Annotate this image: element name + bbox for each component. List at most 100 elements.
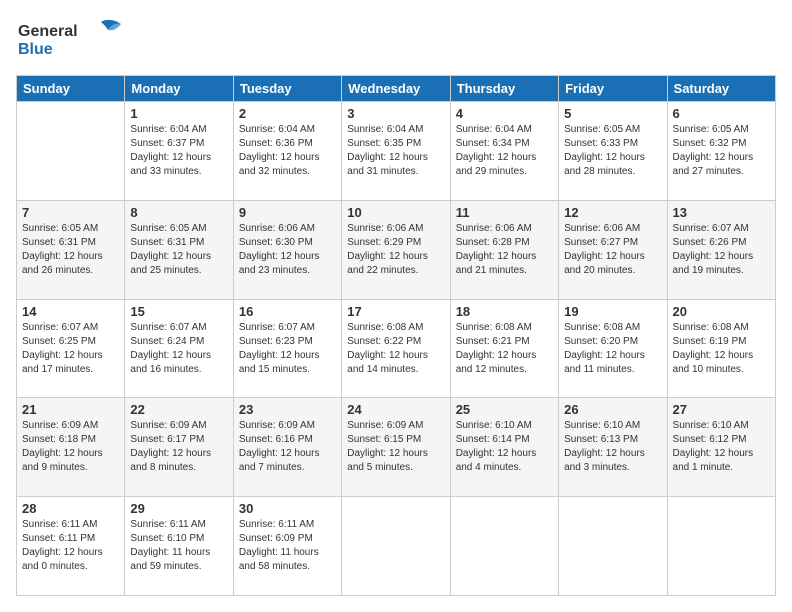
day-number: 29 [130,501,227,516]
day-number: 18 [456,304,553,319]
day-info: Sunrise: 6:04 AM Sunset: 6:37 PM Dayligh… [130,123,227,179]
day-number: 24 [347,402,444,417]
calendar-week-5: 28 Sunrise: 6:11 AM Sunset: 6:11 PM Dayli… [17,497,776,596]
day-info: Sunrise: 6:06 AM Sunset: 6:29 PM Dayligh… [347,222,444,278]
day-number: 20 [673,304,770,319]
calendar-week-2: 7Sunrise: 6:05 AM Sunset: 6:31 PM Daylig… [17,200,776,299]
calendar-cell: 25Sunrise: 6:10 AM Sunset: 6:14 PM Dayli… [450,398,558,497]
day-info: Sunrise: 6:11 AM Sunset: 6:09 PM Dayligh… [239,518,336,574]
day-info: Sunrise: 6:10 AM Sunset: 6:12 PM Dayligh… [673,419,770,475]
day-info: Sunrise: 6:11 AM Sunset: 6:10 PM Dayligh… [130,518,227,574]
day-info: Sunrise: 6:09 AM Sunset: 6:16 PM Dayligh… [239,419,336,475]
day-info: Sunrise: 6:11 AM Sunset: 6:11 PM Dayligh… [22,518,119,574]
day-number: 30 [239,501,336,516]
day-header-monday: Monday [125,76,233,102]
calendar-cell: 3Sunrise: 6:04 AM Sunset: 6:35 PM Daylig… [342,102,450,201]
svg-text:Blue: Blue [18,41,53,58]
day-number: 26 [564,402,661,417]
day-header-saturday: Saturday [667,76,775,102]
calendar-cell: 21 Sunrise: 6:09 AM Sunset: 6:18 PM Dayli… [17,398,125,497]
day-number: 14 [22,304,119,319]
calendar-week-3: 14 Sunrise: 6:07 AM Sunset: 6:25 PM Dayli… [17,299,776,398]
day-info: Sunrise: 6:07 AM Sunset: 6:25 PM Dayligh… [22,321,119,377]
day-info: Sunrise: 6:05 AM Sunset: 6:31 PM Dayligh… [130,222,227,278]
calendar-cell: 27 Sunrise: 6:10 AM Sunset: 6:12 PM Dayli… [667,398,775,497]
calendar-week-4: 21 Sunrise: 6:09 AM Sunset: 6:18 PM Dayli… [17,398,776,497]
calendar-cell: 10 Sunrise: 6:06 AM Sunset: 6:29 PM Dayli… [342,200,450,299]
calendar-cell [667,497,775,596]
day-number: 4 [456,106,553,121]
calendar-cell: 22Sunrise: 6:09 AM Sunset: 6:17 PM Dayli… [125,398,233,497]
calendar-cell: 23 Sunrise: 6:09 AM Sunset: 6:16 PM Dayli… [233,398,341,497]
calendar-cell: 29 Sunrise: 6:11 AM Sunset: 6:10 PM Dayli… [125,497,233,596]
logo-block: General Blue [16,16,126,65]
calendar-cell: 12 Sunrise: 6:06 AM Sunset: 6:27 PM Dayli… [559,200,667,299]
logo: General Blue [16,16,126,65]
calendar-cell [450,497,558,596]
day-info: Sunrise: 6:10 AM Sunset: 6:14 PM Dayligh… [456,419,553,475]
calendar-cell: 18Sunrise: 6:08 AM Sunset: 6:21 PM Dayli… [450,299,558,398]
day-info: Sunrise: 6:06 AM Sunset: 6:27 PM Dayligh… [564,222,661,278]
calendar-cell [17,102,125,201]
day-number: 10 [347,205,444,220]
day-info: Sunrise: 6:09 AM Sunset: 6:18 PM Dayligh… [22,419,119,475]
day-number: 11 [456,205,553,220]
calendar-cell: 5 Sunrise: 6:05 AM Sunset: 6:33 PM Daylig… [559,102,667,201]
day-number: 13 [673,205,770,220]
day-header-sunday: Sunday [17,76,125,102]
day-info: Sunrise: 6:08 AM Sunset: 6:20 PM Dayligh… [564,321,661,377]
calendar-cell: 11 Sunrise: 6:06 AM Sunset: 6:28 PM Dayli… [450,200,558,299]
calendar-cell: 30 Sunrise: 6:11 AM Sunset: 6:09 PM Dayli… [233,497,341,596]
logo-svg: General Blue [16,16,126,60]
calendar-cell: 26 Sunrise: 6:10 AM Sunset: 6:13 PM Dayli… [559,398,667,497]
day-info: Sunrise: 6:05 AM Sunset: 6:33 PM Dayligh… [564,123,661,179]
day-info: Sunrise: 6:07 AM Sunset: 6:26 PM Dayligh… [673,222,770,278]
day-number: 6 [673,106,770,121]
day-info: Sunrise: 6:10 AM Sunset: 6:13 PM Dayligh… [564,419,661,475]
day-header-wednesday: Wednesday [342,76,450,102]
calendar-cell: 1 Sunrise: 6:04 AM Sunset: 6:37 PM Daylig… [125,102,233,201]
day-header-tuesday: Tuesday [233,76,341,102]
day-number: 28 [22,501,119,516]
day-number: 27 [673,402,770,417]
day-number: 5 [564,106,661,121]
calendar-cell: 2Sunrise: 6:04 AM Sunset: 6:36 PM Daylig… [233,102,341,201]
calendar-cell [559,497,667,596]
calendar-cell: 8 Sunrise: 6:05 AM Sunset: 6:31 PM Daylig… [125,200,233,299]
day-info: Sunrise: 6:06 AM Sunset: 6:28 PM Dayligh… [456,222,553,278]
day-header-thursday: Thursday [450,76,558,102]
day-header-friday: Friday [559,76,667,102]
day-info: Sunrise: 6:07 AM Sunset: 6:23 PM Dayligh… [239,321,336,377]
page: General Blue SundayMondayTuesdayWednesda… [0,0,792,612]
day-number: 21 [22,402,119,417]
calendar-cell: 28 Sunrise: 6:11 AM Sunset: 6:11 PM Dayli… [17,497,125,596]
day-info: Sunrise: 6:09 AM Sunset: 6:15 PM Dayligh… [347,419,444,475]
calendar-cell: 24 Sunrise: 6:09 AM Sunset: 6:15 PM Dayli… [342,398,450,497]
calendar-cell: 13 Sunrise: 6:07 AM Sunset: 6:26 PM Dayli… [667,200,775,299]
calendar-header-row: SundayMondayTuesdayWednesdayThursdayFrid… [17,76,776,102]
day-info: Sunrise: 6:05 AM Sunset: 6:32 PM Dayligh… [673,123,770,179]
calendar-cell: 7Sunrise: 6:05 AM Sunset: 6:31 PM Daylig… [17,200,125,299]
calendar-cell: 15Sunrise: 6:07 AM Sunset: 6:24 PM Dayli… [125,299,233,398]
day-info: Sunrise: 6:04 AM Sunset: 6:34 PM Dayligh… [456,123,553,179]
calendar-cell: 6 Sunrise: 6:05 AM Sunset: 6:32 PM Daylig… [667,102,775,201]
day-number: 22 [130,402,227,417]
calendar-cell: 19Sunrise: 6:08 AM Sunset: 6:20 PM Dayli… [559,299,667,398]
day-info: Sunrise: 6:08 AM Sunset: 6:19 PM Dayligh… [673,321,770,377]
day-number: 23 [239,402,336,417]
calendar-cell: 16Sunrise: 6:07 AM Sunset: 6:23 PM Dayli… [233,299,341,398]
day-number: 1 [130,106,227,121]
calendar-body: 1 Sunrise: 6:04 AM Sunset: 6:37 PM Daylig… [17,102,776,596]
day-number: 9 [239,205,336,220]
day-number: 15 [130,304,227,319]
header: General Blue [16,16,776,65]
calendar-cell: 9 Sunrise: 6:06 AM Sunset: 6:30 PM Daylig… [233,200,341,299]
day-info: Sunrise: 6:06 AM Sunset: 6:30 PM Dayligh… [239,222,336,278]
day-number: 12 [564,205,661,220]
day-number: 17 [347,304,444,319]
svg-text:General: General [18,23,78,40]
calendar-cell: 14 Sunrise: 6:07 AM Sunset: 6:25 PM Dayli… [17,299,125,398]
day-info: Sunrise: 6:04 AM Sunset: 6:35 PM Dayligh… [347,123,444,179]
day-info: Sunrise: 6:05 AM Sunset: 6:31 PM Dayligh… [22,222,119,278]
day-number: 8 [130,205,227,220]
